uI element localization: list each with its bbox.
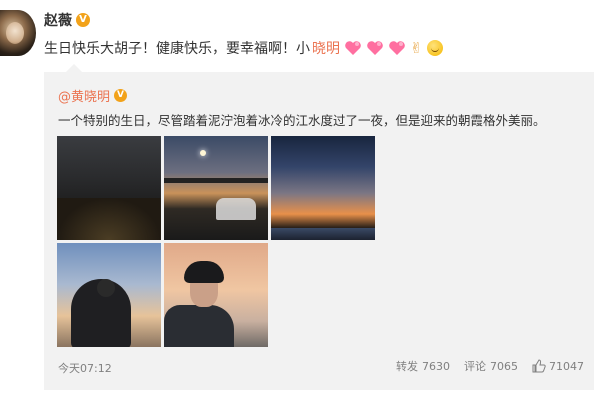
tent [216, 198, 256, 220]
person-head [97, 279, 115, 297]
heart-emoji-icon [388, 40, 406, 56]
comment-button[interactable]: 评论 7065 [464, 358, 518, 374]
person-body [164, 305, 234, 347]
like-icon [532, 359, 546, 373]
like-button[interactable]: 71047 [532, 359, 584, 373]
author-avatar[interactable] [0, 10, 36, 56]
repost-label: 转发 [396, 360, 418, 373]
bridge [164, 178, 268, 183]
original-author-link[interactable]: @黄晓明 [58, 86, 110, 105]
author-row: 赵薇 V [44, 10, 90, 30]
photo-thumbnail[interactable] [164, 243, 268, 347]
victory-hand-emoji-icon: ✌ [410, 39, 423, 57]
smile-emoji-icon [426, 40, 443, 56]
post-text-body: 生日快乐大胡子！健康快乐，要幸福啊！小 [44, 41, 310, 57]
verified-badge-icon: V [114, 89, 128, 102]
repost-count: 7630 [422, 359, 450, 373]
author-name[interactable]: 赵薇 [44, 10, 72, 30]
mention-link[interactable]: 晓明 [312, 38, 340, 58]
weibo-post: 赵薇 V 生日快乐大胡子！健康快乐，要幸福啊！小 晓明 ✌ @黄晓明 V 一个特… [0, 0, 600, 394]
street-lamp [200, 150, 206, 156]
heart-emoji-icon [366, 40, 384, 56]
repost-card: @黄晓明 V 一个特别的生日，尽管踏着泥泞泡着冰冷的江水度过了一夜，但是迎来的朝… [44, 64, 594, 390]
heart-emoji-icon [344, 40, 362, 56]
photo-thumbnail[interactable] [164, 136, 268, 240]
photo-thumbnail[interactable] [57, 136, 161, 240]
repost-pointer [66, 64, 82, 72]
repost-button[interactable]: 转发 7630 [396, 358, 450, 374]
post-text: 生日快乐大胡子！健康快乐，要幸福啊！小 晓明 ✌ [44, 38, 443, 58]
original-post-text: 一个特别的生日，尽管踏着泥泞泡着冰冷的江水度过了一夜，但是迎来的朝霞格外美丽。 [58, 113, 546, 128]
beanie-hat [184, 261, 224, 283]
verified-badge-icon: V [76, 13, 90, 27]
post-timestamp[interactable]: 今天07:12 [58, 360, 112, 376]
avatar-face [6, 22, 24, 44]
photo-thumbnail[interactable] [271, 136, 375, 240]
photo-thumbnail[interactable] [57, 243, 161, 347]
comment-label: 评论 [464, 360, 486, 373]
like-count: 71047 [549, 359, 584, 373]
action-bar: 转发 7630 评论 7065 71047 [382, 358, 584, 374]
original-author-row: @黄晓明 V [58, 86, 128, 105]
comment-count: 7065 [490, 359, 518, 373]
river [271, 228, 375, 240]
